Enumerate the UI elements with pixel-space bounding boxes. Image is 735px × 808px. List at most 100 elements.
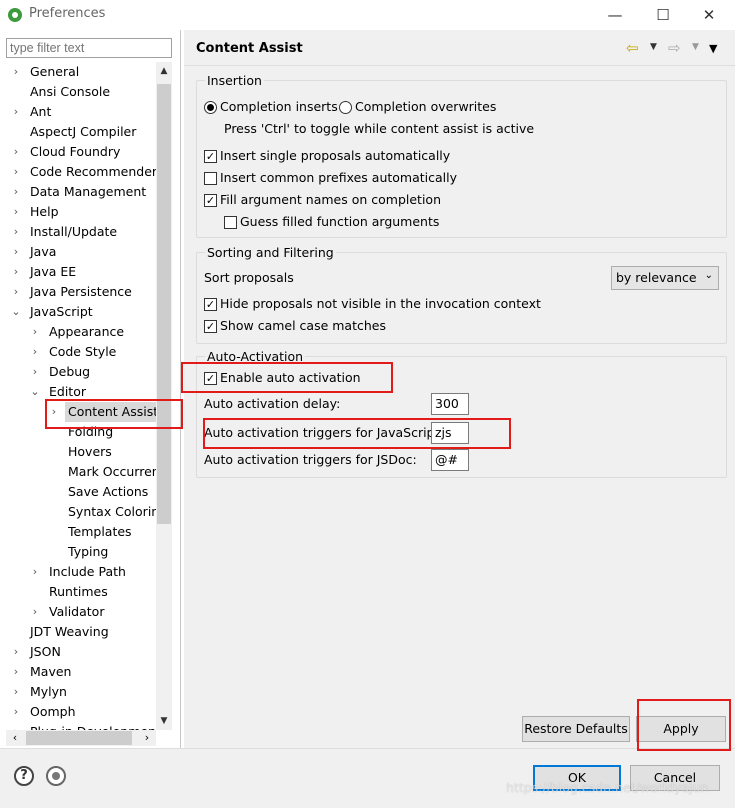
tree-item[interactable]: JDT Weaving — [6, 622, 156, 642]
back-history-dropdown-icon[interactable]: ▼ — [650, 42, 657, 52]
chevron-down-icon[interactable]: ⌄ — [29, 382, 41, 402]
chevron-right-icon[interactable]: › — [10, 62, 22, 82]
tree-item[interactable]: › Java Persistence — [6, 282, 156, 302]
chevron-right-icon[interactable]: › — [10, 702, 22, 722]
tree-horizontal-scroll-thumb[interactable] — [26, 731, 132, 745]
filter-input[interactable] — [6, 38, 172, 58]
chevron-right-icon[interactable] — [48, 542, 60, 562]
tree-item[interactable]: › JSON — [6, 642, 156, 662]
insert-common-prefixes-checkbox[interactable] — [204, 172, 217, 185]
camel-case-label[interactable]: Show camel case matches — [220, 318, 386, 333]
camel-case-checkbox[interactable]: ✓ — [204, 320, 217, 333]
completion-overwrites-radio[interactable] — [339, 101, 352, 114]
jsdoc-triggers-input[interactable]: @# — [431, 449, 469, 471]
chevron-right-icon[interactable]: › — [10, 282, 22, 302]
tree-item[interactable]: Mark Occurrences — [6, 462, 156, 482]
tree-item[interactable]: Save Actions — [6, 482, 156, 502]
tree-item[interactable]: › Include Path — [6, 562, 156, 582]
insert-single-proposals-checkbox[interactable]: ✓ — [204, 150, 217, 163]
chevron-right-icon[interactable]: › — [10, 222, 22, 242]
chevron-right-icon[interactable]: › — [10, 682, 22, 702]
chevron-right-icon[interactable]: › — [10, 722, 22, 730]
chevron-right-icon[interactable] — [10, 622, 22, 642]
tree-item[interactable]: › Oomph — [6, 702, 156, 722]
chevron-right-icon[interactable] — [48, 522, 60, 542]
tree-item[interactable]: › Code Style — [6, 342, 156, 362]
tree-item[interactable]: › Mylyn — [6, 682, 156, 702]
chevron-right-icon[interactable]: › — [10, 102, 22, 122]
completion-inserts-label[interactable]: Completion inserts — [220, 99, 338, 114]
chevron-right-icon[interactable]: › — [10, 142, 22, 162]
tree-item[interactable]: AspectJ Compiler — [6, 122, 156, 142]
scroll-right-icon[interactable]: › — [138, 730, 156, 746]
minimize-button[interactable]: — — [598, 3, 632, 27]
help-icon[interactable]: ? — [14, 766, 34, 786]
chevron-right-icon[interactable]: › — [29, 602, 41, 622]
completion-overwrites-label[interactable]: Completion overwrites — [355, 99, 496, 114]
tree-item[interactable]: › Install/Update — [6, 222, 156, 242]
chevron-right-icon[interactable]: › — [29, 362, 41, 382]
completion-inserts-radio[interactable] — [204, 101, 217, 114]
forward-history-dropdown-icon[interactable]: ▼ — [692, 42, 699, 52]
view-menu-icon[interactable]: ▼ — [709, 42, 717, 55]
chevron-right-icon[interactable] — [10, 82, 22, 102]
tree-item[interactable]: Ansi Console — [6, 82, 156, 102]
import-export-icon[interactable] — [46, 766, 66, 786]
chevron-down-icon[interactable]: ⌄ — [10, 302, 22, 322]
insert-common-prefixes-label[interactable]: Insert common prefixes automatically — [220, 170, 457, 185]
chevron-right-icon[interactable] — [10, 122, 22, 142]
tree-item[interactable]: Hovers — [6, 442, 156, 462]
chevron-right-icon[interactable] — [29, 582, 41, 602]
tree-item[interactable]: Templates — [6, 522, 156, 542]
chevron-right-icon[interactable]: › — [10, 162, 22, 182]
chevron-right-icon[interactable]: › — [10, 202, 22, 222]
chevron-right-icon[interactable]: › — [10, 182, 22, 202]
tree-item[interactable]: › Help — [6, 202, 156, 222]
back-arrow-icon[interactable]: ⇦ — [626, 39, 639, 57]
tree-item[interactable]: › Data Management — [6, 182, 156, 202]
scroll-left-icon[interactable]: ‹ — [6, 730, 24, 746]
scroll-down-icon[interactable]: ▼ — [156, 712, 172, 730]
chevron-right-icon[interactable] — [48, 442, 60, 462]
chevron-right-icon[interactable] — [48, 462, 60, 482]
activation-delay-input[interactable]: 300 — [431, 393, 469, 415]
chevron-right-icon[interactable]: › — [10, 242, 22, 262]
chevron-right-icon[interactable] — [48, 482, 60, 502]
chevron-right-icon[interactable] — [48, 502, 60, 522]
forward-arrow-icon[interactable]: ⇨ — [668, 39, 681, 57]
tree-item[interactable]: › Appearance — [6, 322, 156, 342]
tree-item[interactable]: › Maven — [6, 662, 156, 682]
tree-item[interactable]: › Cloud Foundry — [6, 142, 156, 162]
tree-item[interactable]: › Java EE — [6, 262, 156, 282]
tree-item[interactable]: Syntax Coloring — [6, 502, 156, 522]
chevron-right-icon[interactable]: › — [29, 342, 41, 362]
chevron-right-icon[interactable]: › — [29, 562, 41, 582]
scroll-up-icon[interactable]: ▲ — [156, 62, 172, 80]
tree-item[interactable]: › Validator — [6, 602, 156, 622]
tree-item[interactable]: › Debug — [6, 362, 156, 382]
chevron-right-icon[interactable]: › — [10, 262, 22, 282]
tree-item[interactable]: › Plug-in Development — [6, 722, 156, 730]
chevron-right-icon[interactable]: › — [10, 642, 22, 662]
chevron-right-icon[interactable]: › — [29, 322, 41, 342]
fill-argument-names-label[interactable]: Fill argument names on completion — [220, 192, 441, 207]
hide-not-visible-checkbox[interactable]: ✓ — [204, 298, 217, 311]
tree-vertical-scroll-thumb[interactable] — [157, 84, 171, 524]
tree-item[interactable]: Runtimes — [6, 582, 156, 602]
tree-item[interactable]: › Java — [6, 242, 156, 262]
tree-item[interactable]: ⌄ JavaScript — [6, 302, 156, 322]
fill-argument-names-checkbox[interactable]: ✓ — [204, 194, 217, 207]
restore-defaults-button[interactable]: Restore Defaults — [522, 716, 630, 742]
tree-item[interactable]: › Ant — [6, 102, 156, 122]
close-button[interactable]: ✕ — [692, 3, 726, 27]
tree-item[interactable]: Typing — [6, 542, 156, 562]
maximize-button[interactable]: ☐ — [646, 3, 680, 27]
insert-single-proposals-label[interactable]: Insert single proposals automatically — [220, 148, 450, 163]
guess-function-arguments-label[interactable]: Guess filled function arguments — [240, 214, 439, 229]
tree-item[interactable]: › General — [6, 62, 156, 82]
guess-function-arguments-checkbox[interactable] — [224, 216, 237, 229]
sort-proposals-select[interactable]: by relevance ⌄ — [611, 266, 719, 290]
tree-item[interactable]: › Code Recommenders — [6, 162, 156, 182]
chevron-right-icon[interactable]: › — [10, 662, 22, 682]
hide-not-visible-label[interactable]: Hide proposals not visible in the invoca… — [220, 296, 541, 311]
